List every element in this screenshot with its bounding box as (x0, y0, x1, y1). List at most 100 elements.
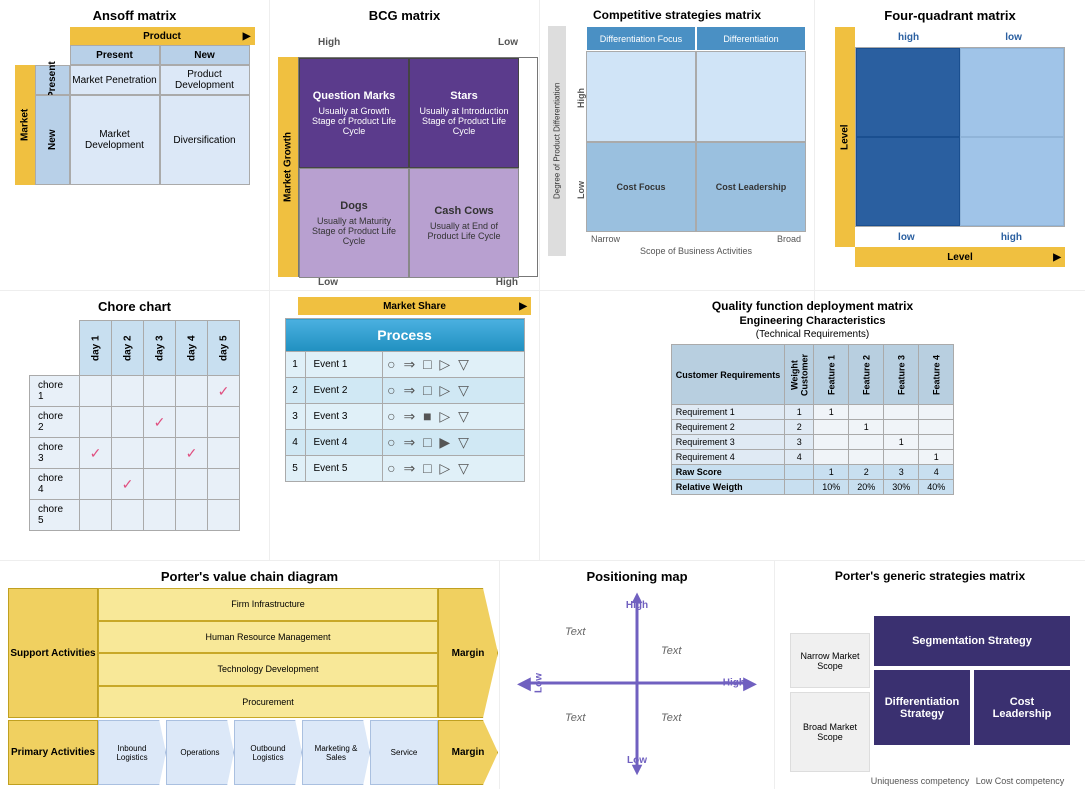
chore-cell-1-3 (176, 407, 208, 438)
ansoff-cell-2: Product Development (160, 65, 250, 95)
diff-label: Differentiation (696, 26, 806, 51)
chore-name-1: chore 2 (30, 407, 80, 438)
fourq-x-low: low (898, 232, 915, 243)
pos-low-bottom: Low (627, 755, 647, 766)
four-quadrant-matrix: Four-quadrant matrix Level high low (815, 0, 1085, 323)
pos-text-1: Text (661, 645, 681, 657)
primary-label: Primary Activities (8, 720, 98, 785)
low-cost-label: Low Cost competency (970, 776, 1070, 786)
flow-header: Process (285, 319, 524, 352)
chore-cell-0-0 (80, 376, 112, 407)
ansoff-title: Ansoff matrix (8, 8, 261, 23)
chore-cell-0-2 (144, 376, 176, 407)
firm-infra: Firm Infrastructure (98, 588, 438, 621)
flow-table: Process 1Event 1○ ⇒ □ ▷ ▽2Event 2○ ⇒ □ ▷… (285, 318, 525, 482)
chore-cell-2-1 (112, 438, 144, 469)
day-2-header: day 2 (112, 321, 144, 376)
bcg-x-axis: Market Share (383, 301, 446, 312)
qfd-eng-subtitle: (Technical Requirements) (548, 329, 1077, 340)
row-header-present: Present (35, 65, 70, 95)
bcg-low-label-top: Low (498, 37, 518, 48)
chore-cell-2-3: ✓ (176, 438, 208, 469)
fourq-low-label: low (1005, 32, 1022, 43)
chore-cell-3-3 (176, 469, 208, 500)
qfd-matrix: Quality function deployment matrix Engin… (540, 290, 1085, 560)
fourq-x-axis: Level ▶ (855, 247, 1065, 267)
pos-high-right: High (723, 678, 745, 689)
chore-cell-3-1: ✓ (112, 469, 144, 500)
bcg-title: BCG matrix (278, 8, 531, 23)
market-label: Market (15, 65, 35, 185)
broad-scope-label: Broad Market Scope (790, 692, 870, 772)
ansoff-matrix: Ansoff matrix Product ▶ Present New Mark… (0, 0, 270, 323)
bcg-high-label: High (318, 37, 340, 48)
chore-chart: Chore chart day 1 day 2 day 3 day 4 day … (0, 290, 270, 560)
pos-text-2: Text (565, 626, 585, 638)
cost-leadership: Cost Leadership (974, 670, 1070, 745)
day-3-header: day 3 (144, 321, 176, 376)
ansoff-cell-1: Market Penetration (70, 65, 160, 95)
margin-top: Margin (438, 588, 498, 718)
day-4-header: day 4 (176, 321, 208, 376)
tech-dev: Technology Development (98, 653, 438, 686)
segmentation-strategy: Segmentation Strategy (874, 616, 1070, 666)
positioning-map: Positioning map ▲ ▼ ◀ ▶ High Low Low Hig… (500, 560, 775, 789)
chore-cell-2-2 (144, 438, 176, 469)
chore-cell-0-3 (176, 376, 208, 407)
ansoff-cell-4: Diversification (160, 95, 250, 185)
pos-high-top: High (626, 600, 648, 611)
chore-cell-2-4 (208, 438, 240, 469)
qfd-title: Quality function deployment matrix (548, 299, 1077, 313)
bcg-matrix: BCG matrix High Low Market Growth Questi… (270, 0, 540, 323)
support-label: Support Activities (8, 588, 98, 718)
cost-leadership-label: Cost Leadership (696, 142, 806, 233)
operations: Operations (166, 720, 234, 785)
chore-cell-3-4 (208, 469, 240, 500)
col-header-new: New (160, 45, 250, 65)
fourq-high-label: high (898, 32, 919, 43)
qfd-table: Customer RequirementsCustomer WeightFeat… (671, 344, 955, 495)
pos-text-4: Text (565, 712, 585, 724)
competitive-y-axis: Degree of Product Differentiation (548, 26, 566, 256)
day-1-header: day 1 (80, 321, 112, 376)
service: Service (370, 720, 438, 785)
chore-cell-1-1 (112, 407, 144, 438)
qfd-eng-title: Engineering Characteristics (548, 315, 1077, 327)
chore-cell-3-0 (80, 469, 112, 500)
outbound-logistics: Outbound Logistics (234, 720, 302, 785)
hr-mgmt: Human Resource Management (98, 621, 438, 654)
diff-focus-label: Differentiation Focus (586, 26, 696, 51)
row-header-new: New (35, 95, 70, 185)
col-header-present: Present (70, 45, 160, 65)
chore-cell-4-4 (208, 500, 240, 531)
chore-cell-4-3 (176, 500, 208, 531)
differentiation-strategy: Differentiation Strategy (874, 670, 970, 745)
fourq-x-high: high (1001, 232, 1022, 243)
narrow-scope-label: Narrow Market Scope (790, 633, 870, 688)
bcg-cash-cows: Cash Cows Usually at End of Product Life… (409, 168, 519, 278)
narrow-label: Narrow (591, 234, 620, 244)
ansoff-cell-3: Market Development (70, 95, 160, 185)
competitive-low-label: Low (566, 181, 586, 199)
inbound-logistics: Inbound Logistics (98, 720, 166, 785)
chore-cell-3-2 (144, 469, 176, 500)
porter-value-title: Porter's value chain diagram (8, 569, 491, 584)
bcg-stars: Stars Usually at Introduction Stage of P… (409, 58, 519, 168)
chore-name-0: chore 1 (30, 376, 80, 407)
bcg-dogs: Dogs Usually at Maturity Stage of Produc… (299, 168, 409, 278)
chore-cell-4-1 (112, 500, 144, 531)
product-label: Product (143, 31, 181, 42)
porter-generic-matrix: Porter's generic strategies matrix Narro… (775, 560, 1085, 789)
chore-cell-4-2 (144, 500, 176, 531)
porter-generic-title: Porter's generic strategies matrix (783, 569, 1077, 583)
marketing-sales: Marketing & Sales (302, 720, 370, 785)
chore-cell-4-0 (80, 500, 112, 531)
competitive-x-axis: Scope of Business Activities (586, 246, 806, 256)
broad-label: Broad (777, 234, 801, 244)
competitive-high-label: High (566, 88, 586, 108)
fourq-title: Four-quadrant matrix (823, 8, 1077, 23)
competitive-matrix: Competitive strategies matrix Degree of … (540, 0, 815, 323)
flow-chart: Flow process chart Process 1Event 1○ ⇒ □… (270, 290, 540, 560)
chore-cell-1-0 (80, 407, 112, 438)
chore-name-2: chore 3 (30, 438, 80, 469)
